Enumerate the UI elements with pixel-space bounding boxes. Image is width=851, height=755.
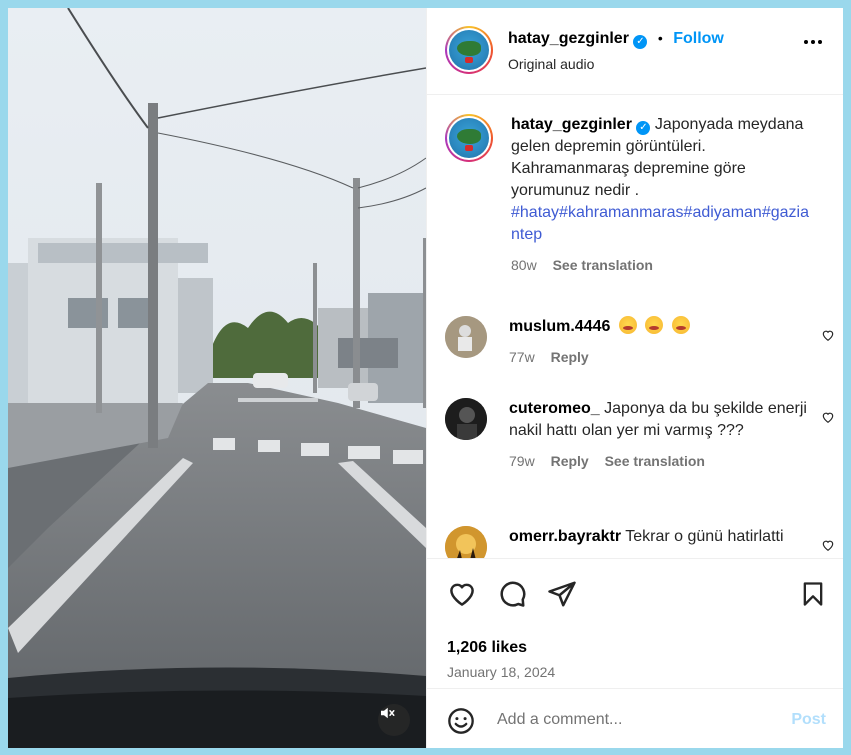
verified-badge-icon: ✓: [636, 121, 651, 135]
commenter-avatar[interactable]: [445, 316, 487, 358]
author-avatar[interactable]: [445, 114, 493, 162]
post-date: January 18, 2024: [447, 664, 556, 680]
comment-item: omerr.bayraktr Tekrar o günü hatirlatti: [445, 526, 835, 558]
comment-input[interactable]: [497, 707, 767, 733]
author-logo-image: [449, 118, 489, 158]
commenter-username[interactable]: muslum.4446: [509, 318, 610, 335]
reply-button[interactable]: Reply: [551, 349, 589, 365]
commenter-avatar[interactable]: [445, 526, 487, 558]
mute-toggle-button[interactable]: [378, 704, 410, 736]
heart-icon[interactable]: [821, 538, 835, 552]
caption-item: hatay_gezginler ✓ Japonyada meydana gele…: [445, 114, 835, 284]
caption-hashtags[interactable]: #hatay#kahramanmaras#adiyaman#gaziantep: [511, 202, 811, 246]
commenter-avatar[interactable]: [445, 398, 487, 440]
speaker-muted-icon: [381, 707, 395, 719]
comment-age: 79w: [509, 453, 535, 469]
comment-text: Tekrar o günü hatirlatti: [625, 528, 784, 545]
author-username[interactable]: hatay_gezginler: [508, 30, 629, 47]
separator-dot: •: [657, 30, 663, 46]
send-icon[interactable]: [547, 579, 577, 609]
caption-meta: 80w See translation: [511, 254, 811, 276]
author-logo-image: [449, 30, 489, 70]
see-translation-link[interactable]: See translation: [553, 257, 653, 273]
post-modal: hatay_gezginler ✓ • Follow Original audi…: [8, 8, 843, 748]
smiley-icon[interactable]: [447, 707, 475, 735]
post-actions: 1,206 likes January 18, 2024: [427, 558, 843, 688]
comments-list[interactable]: hatay_gezginler ✓ Japonyada meydana gele…: [427, 96, 843, 558]
commenter-username[interactable]: omerr.bayraktr: [509, 528, 621, 545]
flushed-emoji-icon: [618, 316, 637, 334]
reply-button[interactable]: Reply: [551, 453, 589, 469]
follow-button[interactable]: Follow: [673, 30, 724, 47]
author-avatar[interactable]: [445, 26, 493, 74]
see-translation-link[interactable]: See translation: [605, 453, 705, 469]
comment-item: muslum.4446 77w Reply: [445, 316, 835, 376]
author-line: hatay_gezginler ✓ • Follow: [508, 30, 724, 49]
flushed-emoji-icon: [645, 316, 664, 334]
post-details-panel: hatay_gezginler ✓ • Follow Original audi…: [426, 8, 843, 748]
bookmark-icon[interactable]: [799, 579, 827, 609]
comment-age: 77w: [509, 349, 535, 365]
caption-age: 80w: [511, 257, 537, 273]
heart-icon[interactable]: [447, 579, 477, 609]
heart-icon[interactable]: [821, 328, 835, 342]
comment-composer: Post: [427, 688, 843, 748]
post-header: hatay_gezginler ✓ • Follow Original audi…: [427, 8, 843, 95]
likes-count[interactable]: 1,206 likes: [447, 639, 527, 657]
flushed-emoji-icon: [671, 316, 690, 334]
video-frame: [8, 8, 426, 748]
more-horizontal-icon[interactable]: [804, 40, 822, 44]
audio-label[interactable]: Original audio: [508, 56, 594, 72]
caption-username[interactable]: hatay_gezginler: [511, 116, 632, 133]
comment-item: cuteromeo_ Japonya da bu şekilde enerji …: [445, 398, 835, 498]
comment-icon[interactable]: [497, 579, 527, 609]
commenter-username[interactable]: cuteromeo_: [509, 400, 600, 417]
post-comment-button[interactable]: Post: [791, 711, 826, 729]
heart-icon[interactable]: [821, 410, 835, 424]
verified-badge-icon: ✓: [633, 35, 648, 49]
video-player[interactable]: [8, 8, 426, 748]
